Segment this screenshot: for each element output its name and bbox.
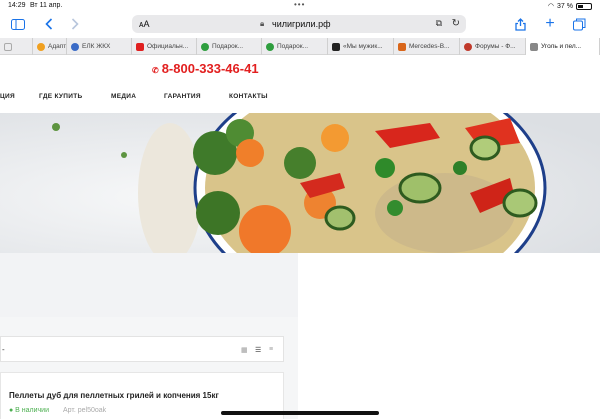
tab-label: Официальн... [147, 43, 189, 50]
site-favicon-icon [398, 42, 406, 51]
back-icon[interactable] [42, 17, 56, 31]
product-article: Арт. pel50oak [63, 407, 107, 414]
site-favicon-icon [201, 42, 209, 51]
product-title[interactable]: Пеллеты дуб для пеллетных грилей и копче… [9, 391, 219, 400]
main-nav: ЦИЯ ГДЕ КУПИТЬ МЕДИА ГАРАНТИЯ КОНТАКТЫ [0, 93, 600, 105]
extensions-icon[interactable]: ⧉ [436, 18, 442, 29]
tab-item[interactable]: Подарок... [197, 38, 262, 55]
tab-item[interactable]: Форумы - Ф... [460, 38, 526, 55]
tab-label: Форумы - Ф... [475, 43, 516, 50]
home-indicator[interactable] [221, 411, 379, 415]
content-gray-area [0, 253, 298, 317]
phone-text[interactable]: 8-800-333-46-41 [162, 61, 259, 76]
nav-item-where-to-buy[interactable]: ГДЕ КУПИТЬ [39, 93, 82, 100]
list-view-icon[interactable]: ☰ [255, 346, 261, 354]
status-time: 14:29 [8, 2, 26, 9]
site-favicon-icon [71, 42, 79, 51]
tab-label: Подарок... [212, 43, 244, 50]
tab-item[interactable]: «Мы мужик... [328, 38, 394, 55]
site-favicon-icon [530, 42, 538, 51]
status-date: Вт 11 апр. [30, 2, 63, 9]
table-view-icon[interactable]: ≡ [269, 346, 273, 353]
phone-icon: ✆ [152, 66, 159, 75]
content-white-area [298, 253, 600, 419]
site-favicon-icon [464, 42, 472, 51]
browser-toolbar: ᴀA 🔒︎ чилигрили.рф ⧉ ↻ + [0, 12, 600, 36]
blank-tab-icon [4, 42, 12, 51]
tab-bar: Адапт ЕЛК ЖКХ Официальн... Подарок... По… [0, 38, 600, 55]
battery-icon [576, 2, 592, 10]
tab-label: Адапт [48, 43, 67, 50]
hero-banner [0, 113, 600, 253]
wifi-icon: ◠ [547, 3, 555, 10]
new-tab-icon[interactable]: + [543, 15, 557, 32]
tab-label: Подарок... [277, 43, 309, 50]
site-favicon-icon [37, 42, 45, 51]
status-right: ◠ 37 % [548, 2, 592, 10]
stock-status: ● В наличии [9, 407, 50, 414]
nav-item-media[interactable]: МЕДИА [111, 93, 136, 100]
tab-label: ЕЛК ЖКХ [82, 43, 111, 50]
multitask-dots-icon[interactable]: ••• [294, 0, 305, 9]
lock-icon: 🔒︎ [260, 19, 265, 28]
vegetable-bowl-image [0, 113, 600, 253]
tab-item[interactable]: Подарок... [262, 38, 328, 55]
tab-item[interactable]: ЕЛК ЖКХ [67, 38, 132, 55]
tab-item[interactable] [0, 38, 33, 55]
grid-view-icon[interactable]: ▦ [241, 346, 248, 354]
status-bar: 14:29 Вт 11 апр. ••• ◠ 37 % [0, 0, 600, 12]
forward-icon[interactable] [68, 17, 82, 31]
reader-button[interactable]: ᴀA [139, 19, 149, 29]
tab-item[interactable]: Официальн... [132, 38, 197, 55]
nav-item-warranty[interactable]: ГАРАНТИЯ [164, 93, 201, 100]
site-favicon-icon [266, 42, 274, 51]
url-text[interactable]: чилигрили.рф [272, 19, 331, 29]
tab-label: Уголь и пел... [541, 43, 582, 50]
battery-percent: 37 % [557, 2, 573, 10]
site-favicon-icon [332, 42, 340, 51]
phone-number[interactable]: ✆ 8-800-333-46-41 [152, 61, 259, 76]
nav-item-action[interactable]: ЦИЯ [0, 93, 15, 100]
address-bar[interactable]: ᴀA 🔒︎ чилигрили.рф ⧉ ↻ [132, 15, 466, 33]
site-favicon-icon [136, 42, 144, 51]
tab-overview-icon[interactable] [572, 17, 586, 31]
nav-item-contacts[interactable]: КОНТАКТЫ [229, 93, 268, 100]
tab-label: Mercedes-B... [409, 43, 450, 50]
tab-label: «Мы мужик... [343, 43, 383, 50]
sidebar-icon[interactable] [11, 17, 25, 31]
catalog-sort-bar: - ▦ ☰ ≡ [0, 336, 284, 362]
tab-item[interactable]: Адапт [33, 38, 67, 55]
reload-icon[interactable]: ↻ [452, 18, 460, 29]
tab-item-active[interactable]: Уголь и пел... [526, 38, 600, 55]
tab-item[interactable]: Mercedes-B... [394, 38, 460, 55]
share-icon[interactable] [513, 17, 527, 31]
sort-dropdown[interactable]: - [2, 345, 5, 354]
